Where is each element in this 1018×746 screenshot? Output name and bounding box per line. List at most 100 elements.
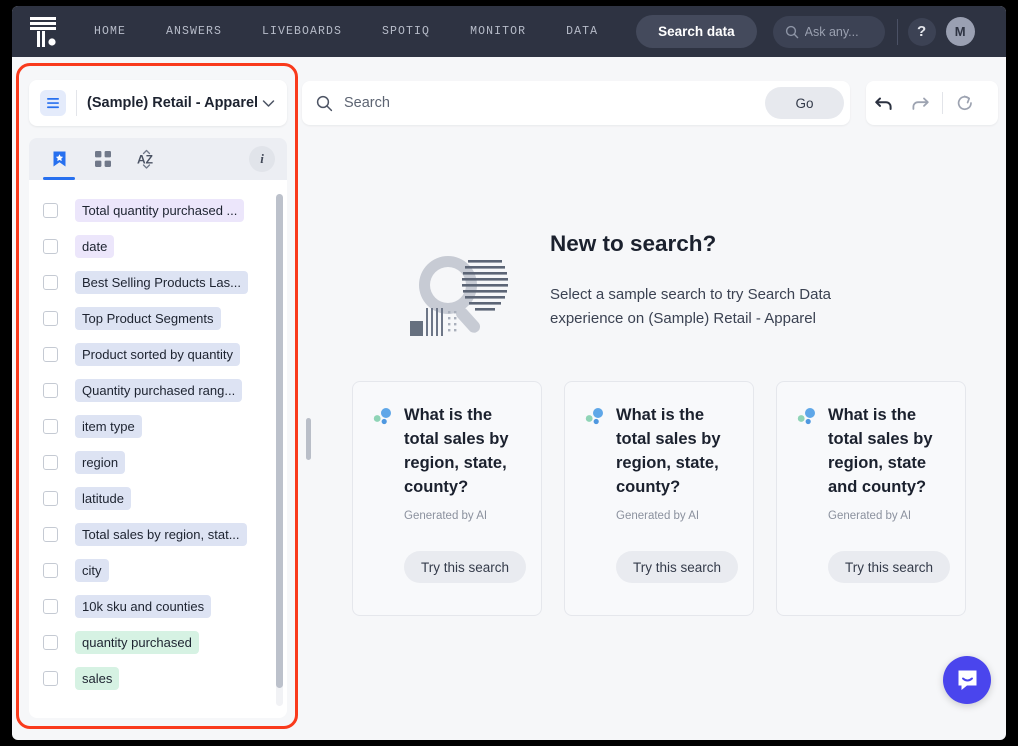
field-checkbox[interactable]: [43, 671, 58, 686]
ai-sparkle-icon: [585, 407, 607, 427]
card-header: What is the total sales by region, state…: [585, 404, 733, 500]
datasource-name: (Sample) Retail - Apparel: [87, 95, 262, 111]
sample-search-card[interactable]: What is the total sales by region, state…: [352, 381, 542, 616]
field-chip[interactable]: region: [75, 451, 125, 474]
try-this-search-button[interactable]: Try this search: [828, 551, 950, 583]
field-list-item[interactable]: Quantity purchased rang...: [29, 372, 287, 408]
field-chip[interactable]: Total quantity purchased ...: [75, 199, 244, 222]
field-checkbox[interactable]: [43, 635, 58, 650]
top-navigation-bar: HOME ANSWERS LIVEBOARDS SPOTIQ MONITOR D…: [12, 6, 1006, 57]
field-chip[interactable]: Best Selling Products Las...: [75, 271, 248, 294]
nav-item-spotiq[interactable]: SPOTIQ: [362, 25, 450, 38]
field-chip[interactable]: quantity purchased: [75, 631, 199, 654]
undo-icon[interactable]: [866, 81, 902, 125]
panel-tabbar: AZ i: [29, 138, 287, 180]
search-input[interactable]: [344, 95, 765, 111]
tab-bookmarks[interactable]: [37, 138, 81, 180]
field-list[interactable]: Total quantity purchased ... date Best Sel…: [29, 180, 287, 718]
field-chip[interactable]: latitude: [75, 487, 131, 510]
sample-search-card[interactable]: What is the total sales by region, state…: [564, 381, 754, 616]
ask-anything-input[interactable]: Ask any...: [773, 16, 885, 48]
svg-text:AZ: AZ: [137, 153, 153, 167]
nav-links: HOME ANSWERS LIVEBOARDS SPOTIQ MONITOR D…: [74, 25, 618, 38]
field-checkbox[interactable]: [43, 527, 58, 542]
field-list-item[interactable]: 10k sku and counties: [29, 588, 287, 624]
tab-sort-alphabetical[interactable]: AZ: [125, 138, 169, 180]
field-checkbox[interactable]: [43, 239, 58, 254]
redo-icon[interactable]: [902, 81, 938, 125]
field-list-item[interactable]: Best Selling Products Las...: [29, 264, 287, 300]
field-list-item[interactable]: region: [29, 444, 287, 480]
field-checkbox[interactable]: [43, 383, 58, 398]
field-chip[interactable]: sales: [75, 667, 119, 690]
thoughtspot-logo[interactable]: [12, 15, 74, 49]
nav-item-home[interactable]: HOME: [74, 25, 146, 38]
card-header: What is the total sales by region, state…: [373, 404, 521, 500]
field-checkbox[interactable]: [43, 455, 58, 470]
ai-sparkle-icon: [797, 407, 819, 427]
search-bar[interactable]: Go: [302, 81, 850, 125]
empty-state-text: New to search? Select a sample search to…: [550, 231, 880, 331]
field-checkbox[interactable]: [43, 419, 58, 434]
help-button[interactable]: ?: [908, 18, 936, 46]
card-question: What is the total sales by region, state…: [616, 404, 733, 500]
field-list-item[interactable]: date: [29, 228, 287, 264]
data-sources-icon[interactable]: [40, 90, 66, 116]
nav-item-data[interactable]: DATA: [546, 25, 618, 38]
go-button[interactable]: Go: [765, 87, 844, 119]
field-checkbox[interactable]: [43, 275, 58, 290]
field-list-item[interactable]: quantity purchased: [29, 624, 287, 660]
search-data-button[interactable]: Search data: [636, 15, 757, 48]
field-chip[interactable]: date: [75, 235, 114, 258]
field-list-item[interactable]: Total quantity purchased ...: [29, 192, 287, 228]
panel-resize-handle[interactable]: [306, 418, 311, 460]
field-chip[interactable]: Product sorted by quantity: [75, 343, 240, 366]
sample-search-card[interactable]: What is the total sales by region, state…: [776, 381, 966, 616]
field-checkbox[interactable]: [43, 599, 58, 614]
empty-state: New to search? Select a sample search to…: [402, 231, 880, 359]
field-chip[interactable]: Quantity purchased rang...: [75, 379, 242, 402]
sample-search-cards: What is the total sales by region, state…: [352, 381, 966, 616]
intercom-chat-launcher[interactable]: [943, 656, 991, 704]
user-avatar[interactable]: M: [946, 17, 975, 46]
ai-sparkle-icon: [373, 407, 395, 427]
reset-icon[interactable]: [947, 81, 983, 125]
field-list-item[interactable]: latitude: [29, 480, 287, 516]
card-header: What is the total sales by region, state…: [797, 404, 945, 500]
info-icon[interactable]: i: [249, 146, 275, 172]
chevron-down-icon[interactable]: [262, 99, 275, 108]
field-chip[interactable]: Top Product Segments: [75, 307, 221, 330]
field-list-item[interactable]: Top Product Segments: [29, 300, 287, 336]
field-list-item[interactable]: Total sales by region, stat...: [29, 516, 287, 552]
field-list-item[interactable]: sales: [29, 660, 287, 696]
magnifier-illustration: [402, 239, 517, 359]
field-checkbox[interactable]: [43, 347, 58, 362]
card-generated-label: Generated by AI: [404, 510, 521, 522]
field-checkbox[interactable]: [43, 311, 58, 326]
field-checkbox[interactable]: [43, 203, 58, 218]
tab-all-fields[interactable]: [81, 138, 125, 180]
nav-item-monitor[interactable]: MONITOR: [450, 25, 546, 38]
nav-item-liveboards[interactable]: LIVEBOARDS: [242, 25, 362, 38]
field-list-item[interactable]: city: [29, 552, 287, 588]
field-list-item[interactable]: item type: [29, 408, 287, 444]
empty-state-subtitle: Select a sample search to try Search Dat…: [550, 283, 880, 331]
field-chip[interactable]: item type: [75, 415, 142, 438]
datasource-selector[interactable]: (Sample) Retail - Apparel: [29, 80, 287, 126]
page-title: New to search?: [550, 231, 880, 257]
card-generated-label: Generated by AI: [616, 510, 733, 522]
field-chip[interactable]: Total sales by region, stat...: [75, 523, 247, 546]
field-list-container: Total quantity purchased ... date Best Sel…: [29, 180, 287, 718]
try-this-search-button[interactable]: Try this search: [616, 551, 738, 583]
nav-item-answers[interactable]: ANSWERS: [146, 25, 242, 38]
try-this-search-button[interactable]: Try this search: [404, 551, 526, 583]
nav-divider: [897, 19, 898, 45]
field-checkbox[interactable]: [43, 563, 58, 578]
field-list-item[interactable]: Product sorted by quantity: [29, 336, 287, 372]
app-window: HOME ANSWERS LIVEBOARDS SPOTIQ MONITOR D…: [12, 6, 1006, 740]
card-question: What is the total sales by region, state…: [404, 404, 521, 500]
field-checkbox[interactable]: [43, 491, 58, 506]
field-chip[interactable]: 10k sku and counties: [75, 595, 211, 618]
field-list-scrollbar-thumb[interactable]: [276, 194, 283, 688]
field-chip[interactable]: city: [75, 559, 109, 582]
